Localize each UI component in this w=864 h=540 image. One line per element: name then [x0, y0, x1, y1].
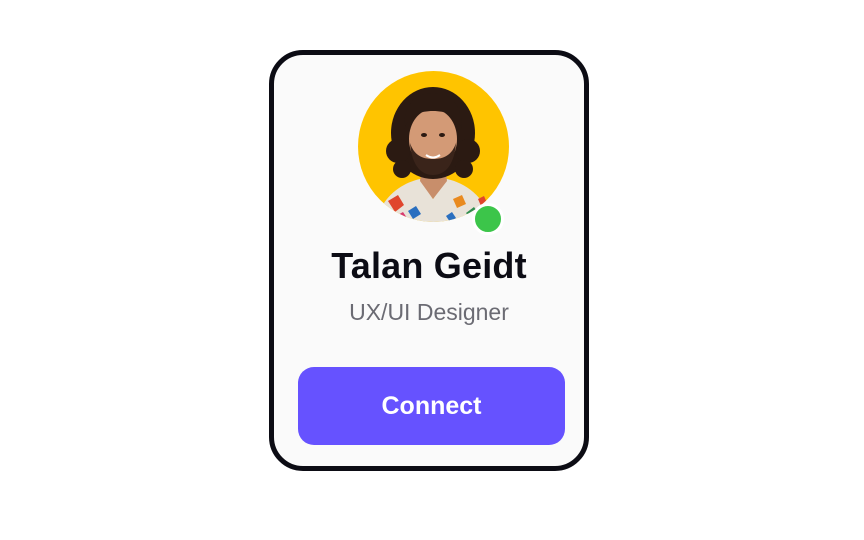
avatar-container: [358, 71, 509, 235]
profile-role: UX/UI Designer: [349, 299, 509, 325]
connect-button[interactable]: Connect: [298, 367, 565, 445]
avatar: [358, 71, 509, 222]
profile-name: Talan Geidt: [331, 245, 527, 286]
person-avatar-icon: [376, 87, 491, 222]
page: Talan Geidt UX/UI Designer Connect: [0, 0, 864, 540]
profile-card: Talan Geidt UX/UI Designer Connect: [269, 50, 589, 471]
online-status-indicator: [472, 203, 504, 235]
